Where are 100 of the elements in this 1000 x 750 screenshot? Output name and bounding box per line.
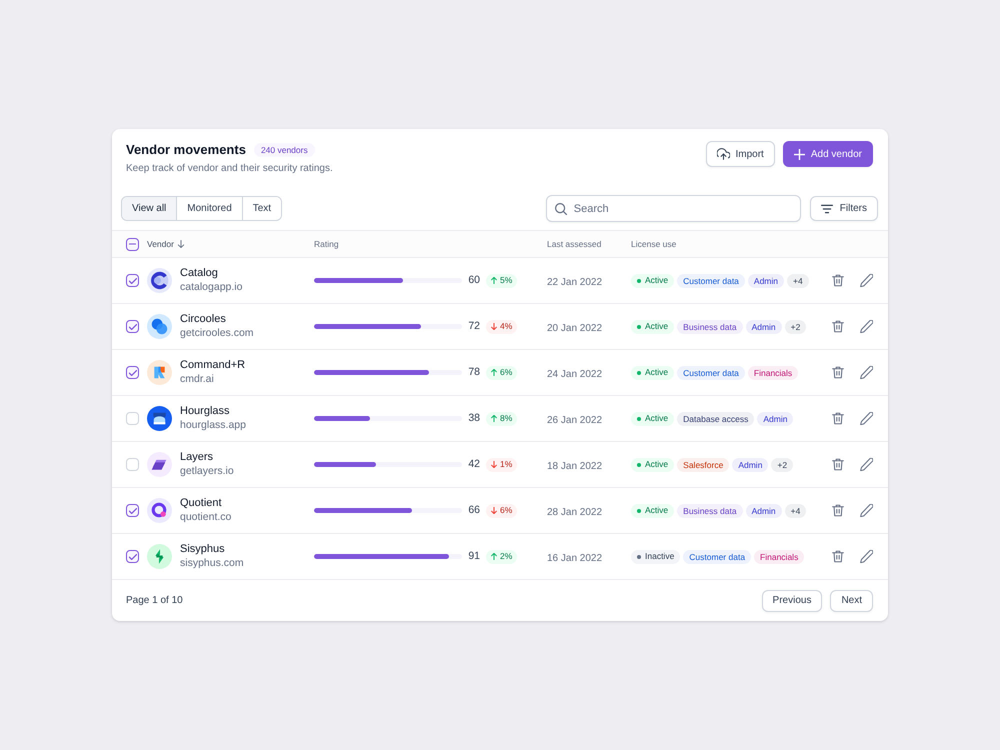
pagination-button[interactable]: Next (830, 590, 873, 612)
vendor-name: Catalog (180, 267, 219, 280)
license-tag: Customer data (677, 274, 745, 288)
status-dot-icon (637, 508, 641, 512)
pencil-icon (860, 550, 872, 563)
minus-icon (129, 243, 136, 245)
vendor-domain: cmdr.ai (180, 373, 215, 386)
license-tag: Database access (677, 412, 754, 426)
rating-value: 38 (467, 410, 480, 426)
status-tag: Active (631, 274, 674, 288)
filters-button[interactable]: Filters (810, 196, 878, 221)
vendor-domain: getcirooles.com (180, 327, 254, 340)
trash-icon (832, 504, 844, 517)
change-badge: 2% (486, 550, 518, 564)
vendor-name: Command+R (180, 359, 246, 372)
vendor-domain: quotient.co (180, 511, 232, 524)
status-tag: Active (631, 412, 674, 426)
rating-value: 60 (467, 272, 480, 288)
pagination-button[interactable]: Previous (762, 590, 822, 612)
vendor-name: Layers (180, 451, 214, 464)
pencil-icon (860, 504, 872, 517)
vendor-name: Circooles (180, 313, 227, 326)
trash-icon (832, 366, 844, 379)
license-tag: Admin (732, 458, 768, 472)
assessed-date: 22 Jan 2022 (547, 276, 602, 288)
vendor-domain: catalogapp.io (180, 281, 242, 294)
cloud-upload-icon (716, 148, 730, 160)
status-tag: Inactive (631, 550, 680, 564)
c-logo-icon (147, 268, 172, 293)
status-tag: Active (631, 366, 674, 380)
license-tag: Admin (748, 274, 784, 288)
rating-value: 78 (467, 364, 480, 380)
check-icon (128, 278, 136, 284)
assessed-date: 16 Jan 2022 (547, 552, 602, 564)
license-tag: Business data (677, 320, 743, 334)
assessed-date: 20 Jan 2022 (547, 322, 602, 334)
assessed-date: 18 Jan 2022 (547, 460, 602, 472)
trash-icon (832, 320, 844, 333)
filter-tab[interactable]: Text (242, 197, 282, 220)
arrow-down-icon (491, 323, 497, 330)
license-tag: Admin (746, 320, 782, 334)
license-tag: +2 (771, 458, 794, 472)
checkbox[interactable] (126, 320, 139, 333)
rating-value: 42 (467, 456, 480, 472)
arrow-up-icon (491, 369, 497, 376)
import-button[interactable]: Import (706, 141, 775, 167)
arrow-down-icon (491, 461, 497, 468)
status-dot-icon (637, 416, 641, 420)
license-tag: Customer data (683, 550, 752, 564)
status-tag: Active (631, 458, 674, 472)
blocks-logo-icon (147, 360, 172, 385)
check-icon (128, 370, 136, 376)
trash-icon (832, 458, 844, 471)
license-tag: +4 (787, 274, 809, 288)
change-badge: 8% (486, 412, 518, 426)
license-tag: Business data (677, 504, 743, 518)
change-badge: 6% (486, 504, 518, 518)
pencil-icon (860, 366, 872, 379)
checkbox[interactable] (126, 274, 139, 287)
checkbox[interactable] (126, 238, 139, 250)
arrow-up-icon (491, 277, 497, 284)
vendor-name: Sisyphus (180, 543, 226, 556)
checkbox[interactable] (126, 504, 139, 517)
pencil-icon (860, 458, 872, 471)
arrow-down-icon (491, 507, 497, 514)
layers-logo-icon (147, 452, 172, 477)
license-tag: Admin (757, 412, 794, 426)
column-header: Rating (314, 238, 339, 250)
plus-icon (794, 148, 805, 160)
check-icon (128, 508, 136, 514)
license-tag: Salesforce (677, 458, 730, 472)
pencil-icon (860, 320, 872, 333)
arrow-down-icon (176, 240, 185, 248)
vendor-name: Quotient (180, 497, 223, 510)
trash-icon (832, 412, 844, 425)
overlapping-circles-logo-icon (147, 314, 172, 339)
checkbox[interactable] (126, 550, 139, 563)
trash-icon (832, 274, 844, 287)
count-badge: 240 vendors (254, 143, 315, 157)
add-vendor-button[interactable]: Add vendor (782, 141, 873, 167)
status-dot-icon (637, 462, 641, 466)
check-icon (128, 324, 136, 330)
checkbox[interactable] (126, 366, 139, 379)
license-tag: +2 (784, 320, 806, 334)
assessed-date: 26 Jan 2022 (547, 414, 602, 426)
search-icon (554, 202, 567, 214)
change-badge: 5% (486, 274, 518, 288)
filter-tab[interactable]: View all (122, 197, 176, 220)
column-header: Last assessed (547, 238, 602, 250)
search-field[interactable]: Search (546, 195, 801, 222)
pencil-icon (860, 412, 872, 425)
vendor-name: Hourglass (180, 405, 231, 418)
status-dot-icon (637, 278, 641, 282)
page-indicator: Page 1 of 10 (126, 594, 183, 608)
filter-icon (820, 204, 833, 214)
status-dot-icon (637, 370, 641, 374)
arrow-up-icon (491, 415, 497, 422)
rating-value: 91 (467, 548, 480, 564)
vendor-domain: hourglass.app (180, 419, 246, 432)
rating-value: 72 (467, 318, 480, 334)
